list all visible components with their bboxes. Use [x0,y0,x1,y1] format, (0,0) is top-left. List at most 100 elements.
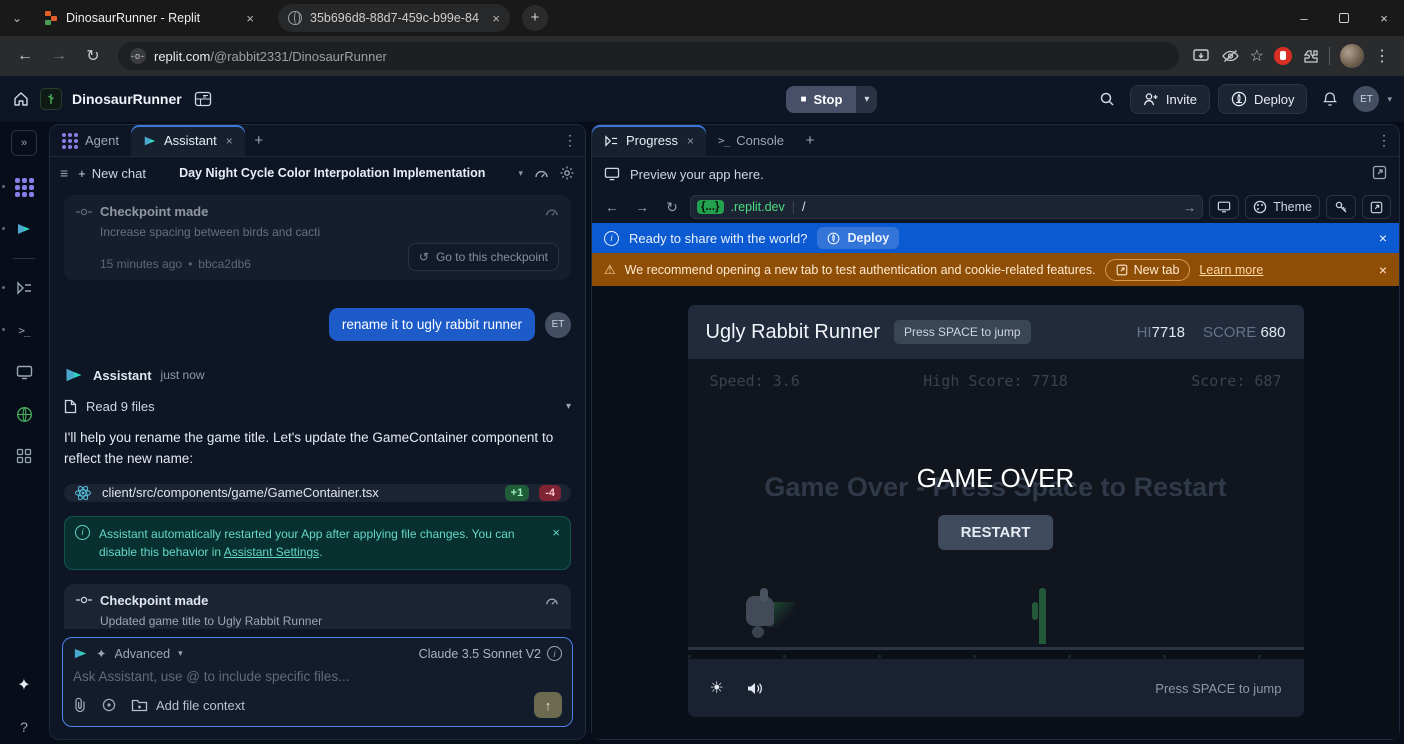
reload-icon[interactable]: ↻ [78,46,108,66]
go-to-checkpoint-button[interactable]: ↺ Go to this checkpoint [408,243,559,271]
tab-label: Console [736,133,784,148]
url-go-icon[interactable]: → [1183,200,1196,215]
chat-pane-kebab-icon[interactable]: ⋮ [555,125,585,156]
rail-item-console[interactable]: >_ [11,317,37,343]
preview-reload-icon[interactable]: ↻ [660,199,684,216]
account-chevron-icon[interactable]: ▾ [1387,94,1392,105]
tab-assistant[interactable]: Assistant × [131,125,245,156]
banner-close-icon[interactable]: × [552,525,560,540]
conversation-title[interactable]: Day Night Cycle Color Interpolation Impl… [156,166,509,180]
new-tab-button[interactable]: + [522,5,548,31]
user-avatar[interactable]: ET [1353,86,1379,112]
usage-gauge-icon[interactable] [533,166,549,180]
install-app-icon[interactable] [1193,48,1211,64]
assistant-settings-link[interactable]: Assistant Settings [224,545,319,559]
help-button[interactable]: ? [11,714,37,740]
chat-messages[interactable]: Checkpoint made Increase spacing between… [50,189,585,629]
tab-agent[interactable]: Agent [50,125,131,156]
new-tab-banner-button[interactable]: New tab [1105,259,1191,281]
browser-profile-avatar[interactable] [1340,44,1364,68]
banner-close-icon[interactable]: × [1379,230,1387,246]
preview-pane-kebab-icon[interactable]: ⋮ [1369,125,1399,156]
layout-icon[interactable] [194,91,212,107]
rail-item-agent[interactable] [11,174,37,200]
forward-icon[interactable]: → [44,47,74,65]
banner-close-icon[interactable]: × [1379,262,1387,278]
browser-tab-inactive[interactable]: 35b696d8-88d7-459c-b99e-84 × [278,4,510,32]
site-settings-icon[interactable]: -o- [130,48,146,64]
search-button[interactable] [1092,84,1122,114]
notifications-button[interactable] [1315,84,1345,114]
theme-sun-icon[interactable]: ☀ [710,678,724,698]
back-icon[interactable]: ← [10,47,40,65]
game-footer: ☀ Press SPACE to jump [688,659,1304,717]
maximize-button[interactable] [1324,1,1364,35]
usage-gauge-icon [544,594,559,607]
minimize-button[interactable]: – [1284,1,1324,35]
add-file-context-button[interactable]: Add file context [131,698,245,713]
improve-prompt-icon[interactable] [101,697,117,713]
assistant-message-text: I'll help you rename the game title. Let… [64,428,571,470]
tab-progress[interactable]: Progress × [592,125,706,156]
rail-item-all-tools[interactable] [11,443,37,469]
rail-item-webview[interactable] [11,359,37,385]
game-canvas[interactable]: Speed: 3.6 High Score: 7718 Score: 687 G… [688,359,1304,650]
file-change-chip[interactable]: client/src/components/game/GameContainer… [64,484,571,502]
conversation-chevron-icon[interactable]: ▾ [518,168,523,179]
app-icon[interactable] [40,88,62,110]
checkpoint-hash: bbca2db6 [198,257,251,271]
attach-paperclip-icon[interactable] [73,697,87,713]
advanced-label[interactable]: Advanced [114,647,170,661]
devtools-button[interactable] [1209,195,1239,219]
chat-history-icon[interactable]: ≡ [60,165,68,181]
browser-tab-active[interactable]: DinosaurRunner - Replit × [34,4,264,32]
learn-more-link[interactable]: Learn more [1199,263,1263,277]
tab-close-icon[interactable]: × [226,134,233,148]
tab-search-chevron-icon[interactable]: ⌄ [0,11,34,25]
restart-button[interactable]: RESTART [938,515,1054,550]
new-pane-tab-button[interactable]: + [796,125,824,156]
tab-console[interactable]: >_ Console [706,125,796,156]
invite-button[interactable]: Invite [1130,85,1210,114]
expand-chevron-icon[interactable]: ▾ [566,401,571,412]
browser-menu-kebab-icon[interactable]: ⋮ [1374,46,1390,66]
rail-item-deployments[interactable] [11,401,37,427]
stop-button[interactable]: ■Stop [786,86,856,113]
new-chat-button[interactable]: +New chat [78,166,146,181]
whats-new-button[interactable]: ✦ [11,672,37,698]
rail-item-assistant[interactable] [11,216,37,242]
tab-close-icon[interactable]: × [687,134,694,148]
preview-back-icon[interactable]: ← [600,199,624,215]
stop-dropdown-button[interactable]: ▾ [856,86,877,113]
composer-input[interactable] [73,669,562,684]
model-selector[interactable]: Claude 3.5 Sonnet V2i [419,646,562,661]
composer[interactable]: ✦ Advanced ▾ Claude 3.5 Sonnet V2i Add f… [62,637,573,727]
advanced-chevron-icon[interactable]: ▾ [178,648,183,659]
extension-alert-icon[interactable] [1274,47,1292,65]
preview-url-field[interactable]: {...} .replit.dev | / → [690,195,1203,219]
open-external-button[interactable] [1362,195,1391,219]
preview-forward-icon[interactable]: → [630,199,654,215]
new-pane-tab-button[interactable]: + [245,125,273,156]
rail-item-progress[interactable] [11,275,37,301]
read-files-row[interactable]: Read 9 files ▾ [64,399,571,414]
theme-button[interactable]: Theme [1245,195,1320,219]
keys-button[interactable] [1326,195,1356,219]
home-icon[interactable] [12,90,30,108]
bookmark-star-icon[interactable]: ☆ [1250,46,1264,66]
address-bar[interactable]: -o- replit.com/@rabbit2331/DinosaurRunne… [118,42,1179,70]
close-window-button[interactable]: × [1364,1,1404,35]
tab-close-icon[interactable]: × [492,11,500,26]
open-preview-pane-icon[interactable] [1372,165,1387,183]
send-button[interactable]: ↑ [534,692,562,718]
deploy-button[interactable]: Deploy [1218,84,1307,114]
sound-icon[interactable] [746,681,764,696]
tab-close-icon[interactable]: × [246,11,254,26]
settings-gear-icon[interactable] [559,165,575,181]
sidebar-toggle-icon[interactable]: » [11,130,37,156]
eye-off-icon[interactable] [1221,48,1240,64]
banner-deploy-button[interactable]: Deploy [817,227,899,249]
extensions-puzzle-icon[interactable] [1302,48,1319,65]
model-info-icon[interactable]: i [547,646,562,661]
assistant-icon [143,134,157,148]
